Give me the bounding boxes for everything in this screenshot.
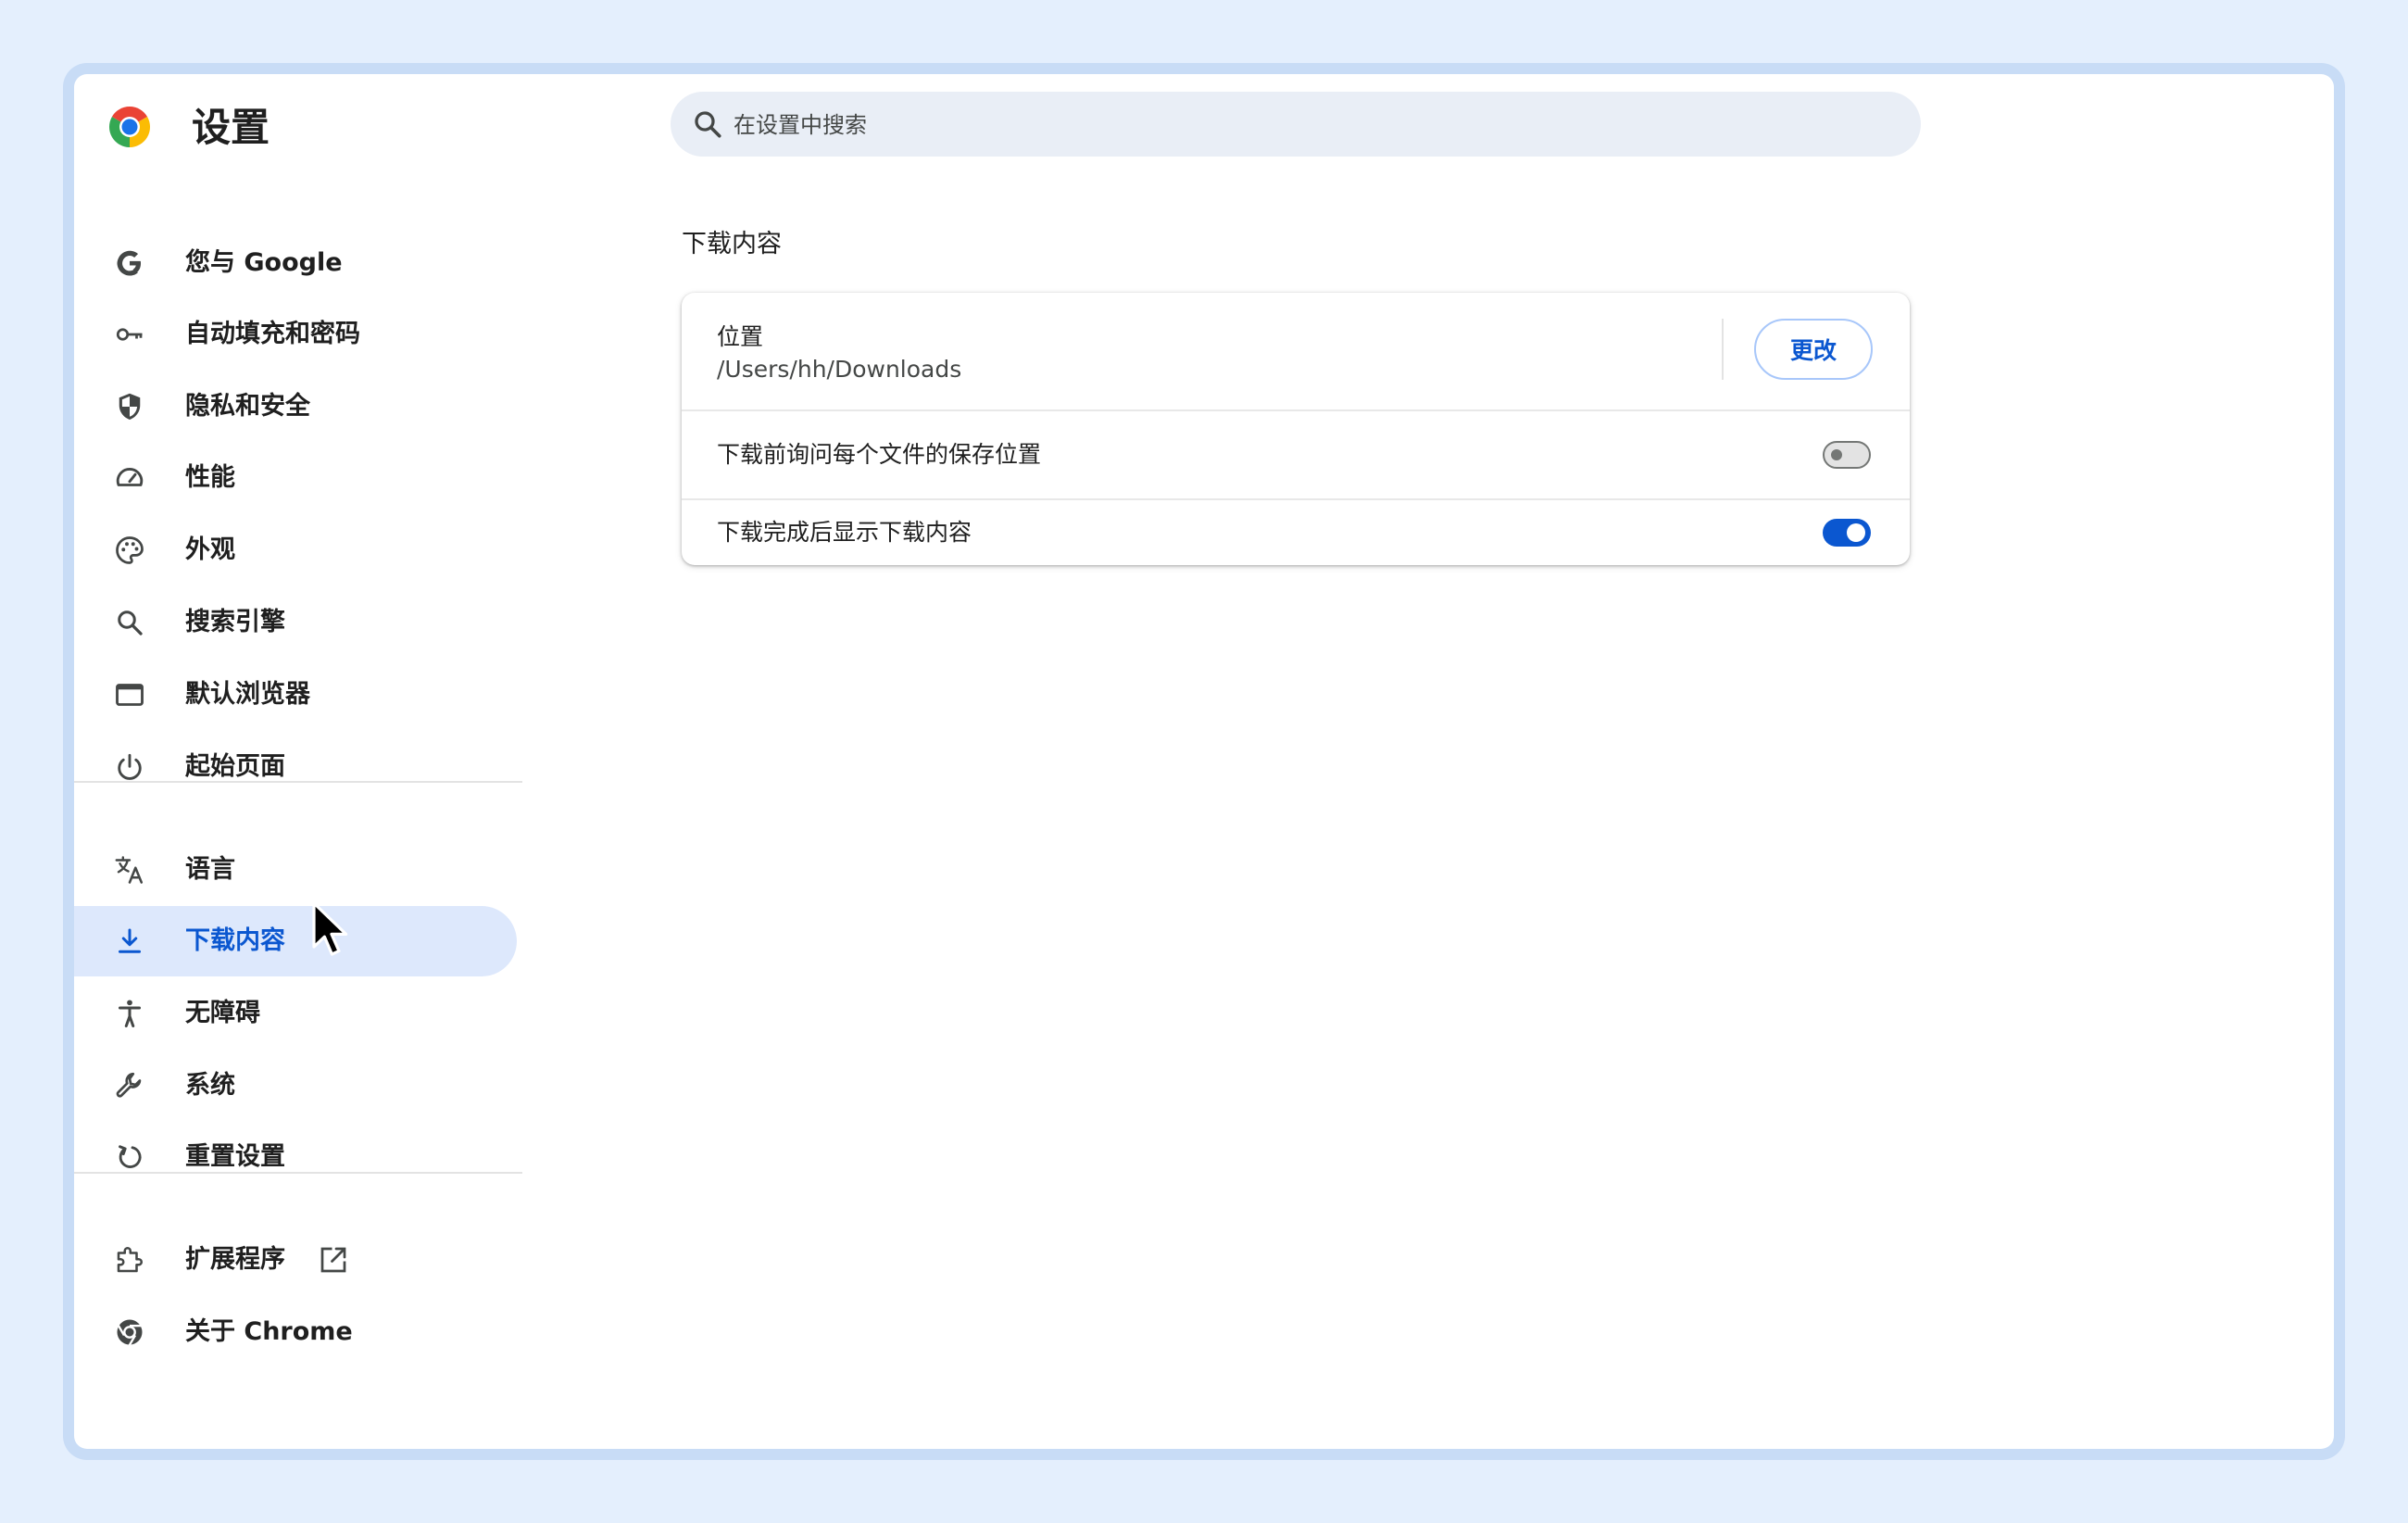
ask-where-to-save-toggle[interactable] <box>1823 441 1871 469</box>
toggle-knob <box>1831 449 1842 460</box>
sidebar-item-label: 无障碍 <box>185 999 260 1027</box>
reset-icon <box>119 1145 142 1168</box>
download-icon <box>119 928 141 953</box>
change-location-button[interactable]: 更改 <box>1754 319 1873 380</box>
sidebar-item-label: 搜索引擎 <box>185 608 285 636</box>
extension-icon <box>117 1247 143 1273</box>
settings-search-box[interactable] <box>671 92 1921 158</box>
downloads-settings-card: 位置 /Users/hh/Downloads 更改 下载前询问每个文件的保存位置… <box>682 293 1910 565</box>
palette-icon <box>116 536 144 564</box>
sidebar-item-label: 系统 <box>185 1071 235 1100</box>
browser-window-icon <box>116 684 144 706</box>
sidebar-item-label: 重置设置 <box>185 1142 285 1171</box>
sidebar-divider <box>74 781 522 783</box>
sidebar-item-label: 起始页面 <box>185 752 285 781</box>
sidebar-item-extensions[interactable]: 扩展程序 <box>74 1225 517 1295</box>
wrench-icon <box>116 1072 142 1098</box>
sidebar-item-accessibility[interactable]: 无障碍 <box>74 978 517 1049</box>
shield-icon <box>119 393 141 420</box>
mouse-cursor-icon <box>312 901 348 956</box>
sidebar-item-autofill-passwords[interactable]: 自动填充和密码 <box>74 299 517 370</box>
sidebar-nav: 您与 Google 自动填充和密码 隐私和安全 性能 外观 搜索引擎 默认浏览器… <box>74 74 528 1449</box>
sidebar-item-label: 下载内容 <box>185 926 285 955</box>
sidebar-item-label: 您与 Google <box>185 248 343 277</box>
sidebar-item-on-startup[interactable]: 起始页面 <box>74 732 517 802</box>
sidebar-item-label: 关于 Chrome <box>185 1317 353 1346</box>
sidebar-item-label: 性能 <box>185 463 235 492</box>
sidebar-item-appearance[interactable]: 外观 <box>74 515 517 585</box>
sidebar-item-privacy-security[interactable]: 隐私和安全 <box>74 371 517 442</box>
section-title: 下载内容 <box>682 230 782 258</box>
google-g-icon <box>117 250 141 276</box>
sidebar-item-label: 语言 <box>185 855 235 884</box>
sidebar-item-you-and-google[interactable]: 您与 Google <box>74 228 517 298</box>
open-in-new-icon <box>320 1247 346 1273</box>
sidebar-item-reset-settings[interactable]: 重置设置 <box>74 1122 517 1192</box>
download-location-row: 位置 /Users/hh/Downloads 更改 <box>682 293 1910 411</box>
show-downloads-when-done-label: 下载完成后显示下载内容 <box>717 519 972 546</box>
show-downloads-when-done-row[interactable]: 下载完成后显示下载内容 <box>682 500 1910 565</box>
key-icon <box>116 328 143 341</box>
sidebar-item-about-chrome[interactable]: 关于 Chrome <box>74 1297 517 1367</box>
power-icon <box>118 753 142 780</box>
sidebar-item-label: 外观 <box>185 535 235 564</box>
sidebar-item-performance[interactable]: 性能 <box>74 443 517 513</box>
row-divider <box>1722 319 1724 380</box>
accessibility-icon <box>119 1000 141 1027</box>
translate-icon <box>115 856 144 884</box>
ask-where-to-save-row[interactable]: 下载前询问每个文件的保存位置 <box>682 411 1910 500</box>
settings-window: 设置 您与 Google <box>63 63 2345 1460</box>
search-icon <box>118 610 143 636</box>
chrome-icon <box>117 1319 143 1346</box>
sidebar-item-downloads[interactable]: 下载内容 <box>74 906 517 976</box>
sidebar-item-label: 隐私和安全 <box>185 392 310 421</box>
sidebar-item-label: 默认浏览器 <box>185 680 310 709</box>
sidebar-item-languages[interactable]: 语言 <box>74 835 517 905</box>
sidebar-item-label: 扩展程序 <box>185 1245 285 1274</box>
sidebar-item-system[interactable]: 系统 <box>74 1051 517 1121</box>
search-input[interactable] <box>732 92 1847 158</box>
location-path: /Users/hh/Downloads <box>717 356 962 383</box>
ask-where-to-save-label: 下载前询问每个文件的保存位置 <box>717 441 1042 468</box>
sidebar-divider <box>74 1172 522 1174</box>
sidebar-item-search-engine[interactable]: 搜索引擎 <box>74 587 517 658</box>
toggle-knob <box>1847 523 1865 542</box>
location-label: 位置 <box>717 323 764 350</box>
sidebar-item-default-browser[interactable]: 默认浏览器 <box>74 660 517 730</box>
sidebar-item-label: 自动填充和密码 <box>185 320 360 348</box>
show-downloads-when-done-toggle[interactable] <box>1823 519 1871 547</box>
speedometer-icon <box>116 468 144 486</box>
settings-page: 设置 您与 Google <box>74 74 2334 1449</box>
search-icon <box>695 111 721 138</box>
